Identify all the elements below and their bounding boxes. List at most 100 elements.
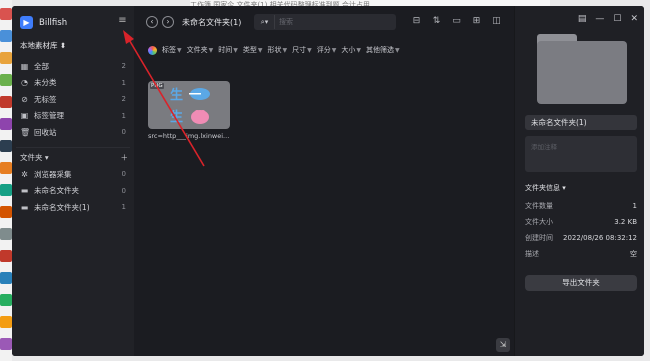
panel-toggle-icon[interactable]: ⊟ <box>410 15 423 28</box>
search-input[interactable] <box>275 15 396 29</box>
nav-item[interactable]: ▣ 标签管理 1 <box>16 108 130 125</box>
grid-view-icon[interactable]: ⊞ <box>470 15 483 28</box>
chevron-down-icon: ▼ <box>208 47 214 54</box>
info-value: 2022/08/26 08:32:12 <box>562 234 637 242</box>
nav-item-label: 无标签 <box>34 94 57 104</box>
info-row: 创建时间 2022/08/26 08:32:12 <box>525 230 637 246</box>
info-value: 1 <box>632 202 637 210</box>
brand: ▶ Billfish <box>20 16 67 29</box>
info-key: 描述 <box>525 250 539 258</box>
pink-shape <box>191 109 210 124</box>
outer-thumbnail <box>0 272 12 284</box>
minimize-icon[interactable]: — <box>595 14 604 24</box>
nav-item-count: 0 <box>121 128 126 137</box>
info-key: 文件大小 <box>525 218 553 226</box>
brand-name: Billfish <box>39 17 68 28</box>
outer-thumbnail <box>0 316 12 328</box>
thumb-row-2: 生 <box>170 106 211 125</box>
filter-dropdown[interactable]: 尺寸▼ <box>292 45 312 55</box>
folder-item[interactable]: ✲ 浏览器采集 0 <box>16 166 130 183</box>
search-mode-select[interactable]: ⌕▾ <box>255 15 275 29</box>
info-header[interactable]: 文件夹信息 ▾ <box>525 183 566 193</box>
filter-label: 尺寸 <box>292 46 307 54</box>
outer-thumbnail <box>0 140 12 152</box>
billfish-logo-icon: ▶ <box>20 16 33 29</box>
chevron-down-icon: ▼ <box>356 47 361 54</box>
close-icon[interactable]: ✕ <box>630 14 638 24</box>
nav-item-label: 回收站 <box>34 127 57 137</box>
nav-item-label: 全部 <box>34 61 49 71</box>
folder-item-count: 0 <box>121 186 126 195</box>
chevron-down-icon: ▼ <box>307 47 312 54</box>
color-filter-icon[interactable] <box>148 45 157 55</box>
thumb-glyph: 生 <box>170 88 184 103</box>
nav-item-label: 未分类 <box>34 78 57 88</box>
menu-icon[interactable]: ≡ <box>117 16 128 26</box>
nav-item[interactable]: 🗑 回收站 0 <box>16 124 130 141</box>
filter-dropdown[interactable]: 大小▼ <box>341 45 361 55</box>
outer-thumbnail <box>0 338 12 350</box>
library-selector[interactable]: 本地素材库 ⬍ <box>20 40 66 51</box>
filter-dropdown[interactable]: 评分▼ <box>317 45 337 55</box>
filter-dropdown[interactable]: 其他筛选▼ <box>366 45 400 55</box>
filter-label: 文件夹 <box>186 46 208 54</box>
nav-item[interactable]: ◔ 未分类 1 <box>16 75 130 92</box>
trash-icon: 🗑 <box>20 127 31 137</box>
filter-label: 形状 <box>267 46 282 54</box>
inspector-panel: ▤ — ☐ ✕ 未命名文件夹(1) 添加注释 文件夹信息 ▾ 文件数量 1 文件大小… <box>514 6 644 356</box>
outer-thumbnail <box>0 96 12 108</box>
folder-item-count: 0 <box>121 170 126 179</box>
pin-icon[interactable]: ▤ <box>578 14 587 24</box>
nav-item-label: 标签管理 <box>34 111 64 121</box>
folder-body <box>537 41 627 104</box>
thumb-glyph: 生 <box>170 110 184 125</box>
filter-dropdown[interactable]: 时间▼ <box>218 45 238 55</box>
nav-item-count: 1 <box>121 111 126 120</box>
import-icon[interactable]: ⇲ <box>496 338 510 352</box>
outer-thumbnail <box>0 184 12 196</box>
monitor-icon[interactable]: ▭ <box>450 15 463 28</box>
asset-thumbnail[interactable]: PNG 生 生 <box>148 81 230 129</box>
folder-icon: ▬ <box>20 186 29 196</box>
screen: 工作簿 国家企 文件夹(1) 相关代码整理标准到题 合计占用 ▶ Billfis… <box>0 0 650 361</box>
blue-fish-shape <box>189 87 211 100</box>
filter-dropdown[interactable]: 标签▼ <box>162 45 182 55</box>
filter-bar: 标签▼ 文件夹▼ 时间▼ 类型▼ 形状▼ 尺寸▼ 评分▼ 大小▼ 其他筛选▼ <box>148 45 400 55</box>
filter-label: 时间 <box>218 46 233 54</box>
add-folder-icon[interactable]: ＋ <box>121 152 129 163</box>
outer-thumbnail <box>0 8 12 20</box>
forward-icon[interactable]: › <box>162 16 174 28</box>
note-field[interactable]: 添加注释 <box>525 136 637 172</box>
folders-header[interactable]: 文件夹 ▾ ＋ <box>20 152 128 163</box>
back-icon[interactable]: ‹ <box>146 16 158 28</box>
file-type-badge: PNG <box>150 83 164 89</box>
filter-dropdown[interactable]: 类型▼ <box>243 45 263 55</box>
folder-item-label: 浏览器采集 <box>34 169 72 179</box>
folder-item[interactable]: ▬ 未命名文件夹 0 <box>16 183 130 200</box>
nav-item[interactable]: ▦ 全部 2 <box>16 58 130 75</box>
chevron-down-icon: ▼ <box>331 47 337 54</box>
folder-name-field[interactable]: 未命名文件夹(1) <box>525 115 637 130</box>
filter-label: 评分 <box>316 46 331 54</box>
outer-thumbnail <box>0 30 12 42</box>
info-row: 文件大小 3.2 KB <box>525 214 637 230</box>
nav-item[interactable]: ⊘ 无标签 2 <box>16 91 130 108</box>
chevron-down-icon: ▼ <box>282 47 288 54</box>
asset-caption: src=http___img.lxinwei... <box>148 132 230 140</box>
filter-label: 类型 <box>242 46 257 54</box>
folder-item[interactable]: ▬ 未命名文件夹(1) 1 <box>16 199 130 216</box>
info-header-label: 文件夹信息 <box>525 184 560 192</box>
export-folder-button[interactable]: 导出文件夹 <box>525 275 637 291</box>
filter-dropdown[interactable]: 文件夹▼ <box>187 45 214 55</box>
sort-icon[interactable]: ⇅ <box>430 15 443 28</box>
main-area: ‹ › 未命名文件夹(1) ⌕▾ ⊟ ⇅ ▭ ⊞ ◫ 标签▼文件夹▼时间▼类型▼… <box>134 6 514 356</box>
divider <box>16 147 130 148</box>
folder-item-count: 1 <box>121 203 126 212</box>
outer-thumbnail-strip <box>0 0 12 361</box>
outer-thumbnail <box>0 162 12 174</box>
thumb-row-1: 生 <box>170 84 211 103</box>
sidebar-right-icon[interactable]: ◫ <box>490 15 503 28</box>
maximize-icon[interactable]: ☐ <box>613 14 621 24</box>
search-box: ⌕▾ <box>254 14 396 30</box>
filter-dropdown[interactable]: 形状▼ <box>268 45 288 55</box>
